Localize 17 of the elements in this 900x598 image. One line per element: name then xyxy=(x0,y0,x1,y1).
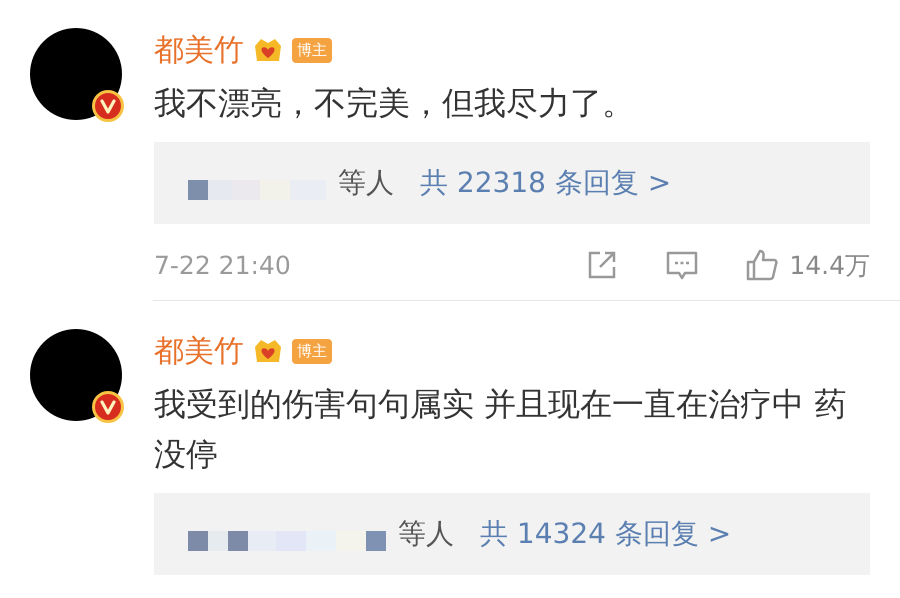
like-count: 14.4万 xyxy=(789,250,870,282)
verified-icon xyxy=(92,90,124,122)
author-name[interactable]: 都美竹 xyxy=(154,30,244,70)
comment-time: 7-22 21:40 xyxy=(154,250,292,280)
replies-panel[interactable]: 等人 共 14324 条回复 > xyxy=(154,493,870,575)
replies-suffix: 等人 xyxy=(338,165,394,201)
replies-link[interactable]: 共 22318 条回复 > xyxy=(420,164,672,202)
author-name[interactable]: 都美竹 xyxy=(154,330,244,372)
replies-link[interactable]: 共 14324 条回复 > xyxy=(480,515,732,553)
blogger-tag: 博主 xyxy=(292,338,332,364)
comment-text: 我受到的伤害句句属实 并且现在一直在治疗中 药没停 xyxy=(154,384,848,475)
comment-text: 我不漂亮，不完美，但我尽力了。 xyxy=(154,83,635,124)
verified-icon xyxy=(92,391,124,423)
blogger-tag: 博主 xyxy=(292,38,332,62)
thumbs-up-icon[interactable] xyxy=(745,248,780,282)
replies-panel[interactable]: 等人 共 22318 条回复 > xyxy=(154,142,870,224)
replies-suffix: 等人 xyxy=(398,516,454,552)
